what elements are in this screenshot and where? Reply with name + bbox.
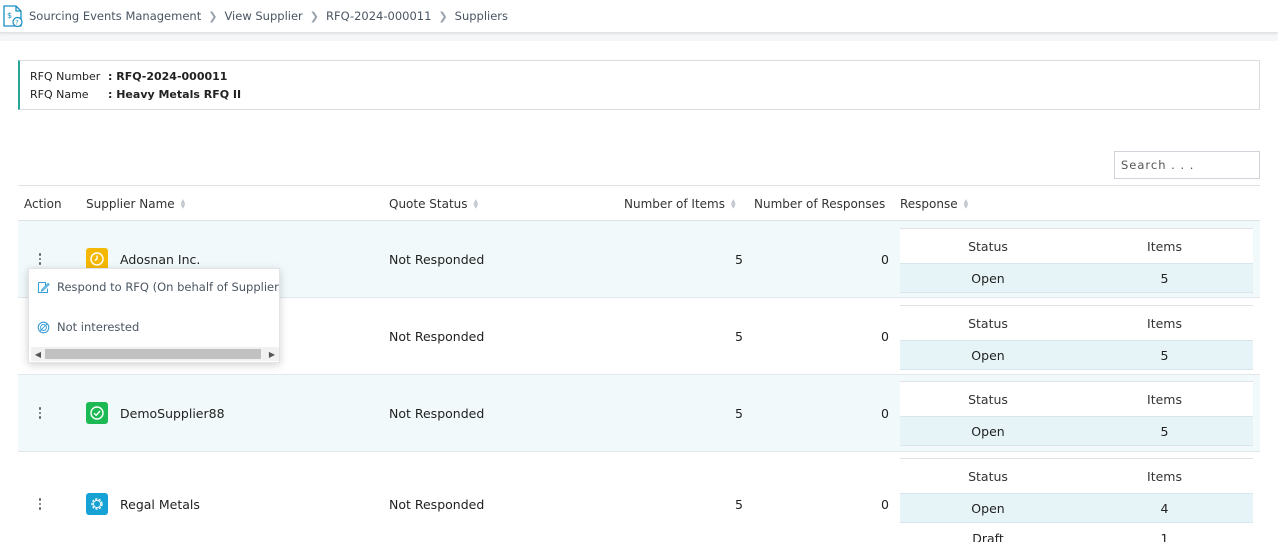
table-header: Action Supplier Name ▲ ▼ Quote Status ▲ ▼ Nu…: [18, 185, 1260, 221]
supplier-name[interactable]: Adosnan Inc.: [120, 252, 200, 267]
number-of-items: 5: [735, 252, 743, 267]
resp-status: Draft: [972, 530, 1004, 542]
clock-icon: [86, 248, 108, 270]
check-icon: [86, 402, 108, 424]
supplier-name[interactable]: Regal Metals: [120, 497, 200, 512]
chevron-right-icon: ❯: [438, 9, 448, 23]
resp-status: Open: [971, 270, 1005, 286]
resp-header-status: Status: [968, 238, 1008, 254]
response-subtable: Status Items Open 4 Draft 1: [900, 458, 1253, 542]
number-of-items: 5: [735, 329, 743, 344]
resp-status: Open: [971, 500, 1005, 516]
breadcrumb: Sourcing Events Management ❯ View Suppli…: [29, 9, 508, 23]
menu-item-not-interested[interactable]: Not interested: [37, 320, 139, 334]
header-number-of-items[interactable]: Number of Items ▲ ▼: [624, 197, 736, 211]
chevron-right-icon: ❯: [309, 9, 319, 23]
resp-items: 5: [1160, 270, 1169, 286]
resp-header-status: Status: [968, 391, 1008, 407]
response-subtable: Status Items Open 5: [900, 305, 1253, 370]
rfq-number-row: RFQ Number : RFQ-2024-000011: [30, 70, 227, 83]
header-quote-status[interactable]: Quote Status ▲ ▼: [389, 197, 478, 211]
table-row: DemoSupplier88 Not Responded 5 0 Status I…: [18, 375, 1260, 452]
quote-status: Not Responded: [389, 329, 485, 344]
resp-items: 5: [1160, 347, 1169, 363]
row-action-menu-button[interactable]: [33, 403, 47, 423]
row-action-dropdown: Respond to RFQ (On behalf of Supplier) N…: [28, 268, 280, 363]
supplier-name[interactable]: DemoSupplier88: [120, 406, 225, 421]
table-row: Regal Metals Not Responded 5 0 Status Ite…: [18, 452, 1260, 542]
rfq-name-label: RFQ Name: [30, 88, 89, 101]
resp-status: Open: [971, 423, 1005, 439]
rfq-number-label: RFQ Number: [30, 70, 101, 83]
row-action-menu-button[interactable]: [33, 249, 47, 269]
sort-icon: ▲ ▼: [473, 198, 479, 210]
sort-icon: ▲ ▼: [180, 198, 186, 210]
response-subtable: Status Items Open 5: [900, 381, 1253, 446]
breadcrumb-rfq[interactable]: RFQ-2024-000011: [326, 9, 431, 23]
resp-header-items: Items: [1147, 238, 1182, 254]
resp-status: Open: [971, 347, 1005, 363]
quote-status: Not Responded: [389, 252, 485, 267]
menu-item-label: Not interested: [57, 320, 140, 334]
resp-header-status: Status: [968, 315, 1008, 331]
rfq-number-value: : RFQ-2024-000011: [108, 70, 228, 83]
breadcrumb-view-supplier[interactable]: View Supplier: [224, 9, 302, 23]
resp-items: 5: [1160, 423, 1169, 439]
sourcing-app-icon[interactable]: $ ?: [2, 4, 24, 28]
menu-item-respond-to-rfq[interactable]: Respond to RFQ (On behalf of Supplier): [37, 280, 280, 294]
horizontal-scrollbar[interactable]: ◀ ▶: [31, 347, 279, 361]
header-action: Action: [24, 197, 62, 211]
scroll-right-icon[interactable]: ▶: [265, 347, 279, 361]
resp-header-items: Items: [1147, 468, 1182, 484]
top-bar: $ ? Sourcing Events Management ❯ View Su…: [0, 0, 1278, 33]
header-supplier-name[interactable]: Supplier Name ▲ ▼: [86, 197, 185, 211]
resp-items: 4: [1160, 500, 1169, 516]
response-subtable: Status Items Open 5: [900, 228, 1253, 293]
rfq-name-row: RFQ Name : Heavy Metals RFQ II: [30, 88, 241, 101]
breadcrumb-suppliers: Suppliers: [454, 9, 509, 23]
number-of-items: 5: [735, 406, 743, 421]
block-icon: [37, 321, 50, 333]
number-of-responses: 0: [881, 406, 889, 421]
number-of-responses: 0: [881, 497, 889, 512]
scrollbar-thumb[interactable]: [45, 349, 261, 359]
row-action-menu-button[interactable]: [33, 494, 47, 514]
quote-status: Not Responded: [389, 406, 485, 421]
scroll-left-icon[interactable]: ◀: [31, 347, 45, 361]
resp-header-items: Items: [1147, 315, 1182, 331]
number-of-items: 5: [735, 497, 743, 512]
rfq-name-value: : Heavy Metals RFQ II: [108, 88, 242, 101]
header-number-of-responses: Number of Responses: [754, 197, 886, 211]
number-of-responses: 0: [881, 252, 889, 267]
quote-status: Not Responded: [389, 497, 485, 512]
svg-text:?: ?: [15, 19, 18, 27]
resp-header-items: Items: [1147, 391, 1182, 407]
header-response[interactable]: Response ▲ ▼: [900, 197, 968, 211]
breadcrumb-sourcing-events[interactable]: Sourcing Events Management: [29, 9, 201, 23]
sort-icon: ▲ ▼: [730, 198, 736, 210]
svg-text:$: $: [7, 11, 12, 20]
menu-item-label: Respond to RFQ (On behalf of Supplier): [57, 280, 280, 294]
sort-icon: ▲ ▼: [963, 198, 969, 210]
rfq-info-box: RFQ Number : RFQ-2024-000011 RFQ Name : He…: [18, 60, 1260, 110]
chevron-right-icon: ❯: [208, 9, 218, 23]
resp-header-status: Status: [968, 468, 1008, 484]
edit-note-icon: [37, 281, 50, 293]
gear-icon: [86, 493, 108, 515]
resp-items: 1: [1160, 530, 1169, 542]
search-input[interactable]: [1114, 151, 1260, 179]
number-of-responses: 0: [881, 329, 889, 344]
